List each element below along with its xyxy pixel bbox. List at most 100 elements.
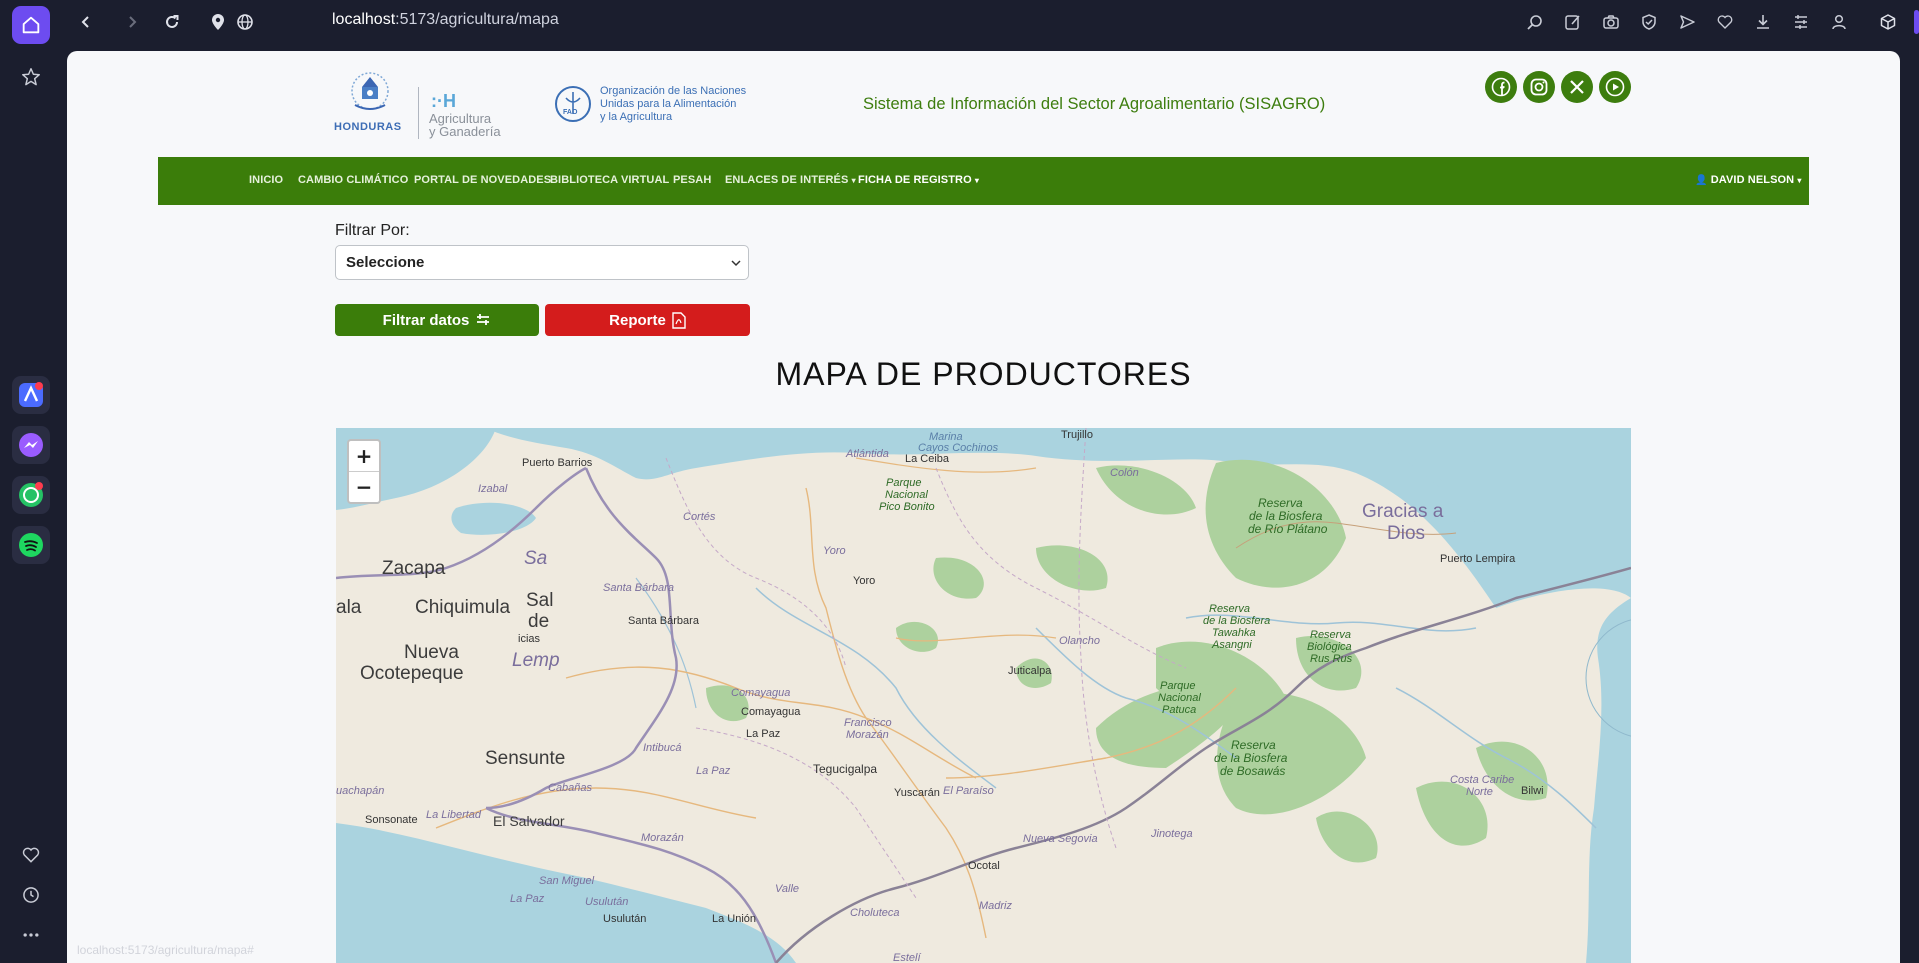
user-name: DAVID NELSON	[1710, 174, 1795, 186]
map-label: Lemp	[512, 650, 560, 671]
app-icon-ai[interactable]	[12, 376, 50, 414]
map-label: de Río Plátano	[1248, 522, 1328, 536]
map-label: Yoro	[823, 545, 846, 557]
map-label: Yuscarán	[894, 787, 940, 799]
map-label: uachapán	[336, 785, 385, 797]
forward-icon[interactable]	[119, 10, 145, 34]
map-label: Chiquimula	[415, 597, 511, 618]
messenger-icon[interactable]	[12, 426, 50, 464]
shield-icon[interactable]	[1636, 10, 1662, 34]
map-label: Juticalpa	[1008, 665, 1052, 677]
nav-biblioteca-virtual[interactable]: BIBLIOTECA VIRTUAL	[550, 174, 669, 186]
map-label: La Ceiba	[905, 453, 950, 465]
fao-line1: Organización de las Naciones	[600, 85, 747, 97]
chevron-down-icon	[731, 260, 741, 267]
map-label: de Bosawás	[1220, 764, 1286, 778]
home-icon[interactable]	[12, 6, 50, 44]
map-label: Patuca	[1162, 704, 1197, 716]
download-icon[interactable]	[1750, 10, 1776, 34]
map-label: El Paraíso	[943, 785, 994, 797]
favorite-icon[interactable]	[1712, 10, 1738, 34]
map-title: MAPA DE PRODUCTORES	[775, 356, 1192, 392]
map-label: Costa Caribe	[1450, 774, 1515, 786]
more-icon[interactable]	[12, 916, 50, 954]
map-label: Rus Rus	[1310, 653, 1353, 665]
site-header: HONDURAS :·H Agricultura y Ganadería FAO…	[67, 51, 1900, 157]
map-label: ala	[336, 597, 362, 618]
map-label: Tawahka	[1212, 627, 1256, 639]
back-icon[interactable]	[73, 10, 99, 34]
whatsapp-icon[interactable]	[12, 476, 50, 514]
star-icon[interactable]	[12, 58, 50, 96]
map-label: La Paz	[696, 765, 731, 777]
sag-logo[interactable]: :·H Agricultura y Ganadería	[429, 91, 509, 141]
nav-inicio[interactable]: INICIO	[249, 174, 283, 186]
facebook-icon[interactable]	[1485, 71, 1517, 103]
map-label: Valle	[775, 883, 800, 895]
nav-portal-novedades[interactable]: PORTAL DE NOVEDADES	[414, 174, 551, 186]
map-label: de la Biosfera	[1249, 509, 1323, 523]
map-label: San Miguel	[539, 875, 595, 887]
menu-icon[interactable]	[1788, 10, 1814, 34]
send-icon[interactable]	[1674, 10, 1700, 34]
edit-icon[interactable]	[1560, 10, 1586, 34]
sidebar-panel-indicator	[1914, 10, 1919, 34]
map-label: Reserva	[1231, 738, 1276, 752]
user-menu[interactable]: 👤 DAVID NELSON ▾	[1695, 174, 1802, 186]
map-label: icias	[518, 633, 541, 645]
instagram-icon[interactable]	[1523, 71, 1555, 103]
extensions-cube-icon[interactable]	[1875, 10, 1901, 34]
logo-divider	[418, 87, 419, 139]
nav-pesah[interactable]: PESAH	[673, 174, 711, 186]
map-label: Morazán	[641, 832, 684, 844]
map-label: Nueva Segovia	[1023, 833, 1098, 845]
location-icon[interactable]	[205, 10, 231, 34]
search-icon[interactable]	[1522, 10, 1548, 34]
map-label: Estelí	[893, 952, 921, 963]
address-bar[interactable]: localhost:5173/agricultura/mapa	[332, 11, 559, 29]
map-zoom-control: + −	[347, 439, 381, 504]
nav-cambio-climatico[interactable]: CAMBIO CLIMÁTICO	[298, 174, 408, 186]
filter-select[interactable]: Seleccione	[335, 245, 749, 280]
spotify-icon[interactable]	[12, 526, 50, 564]
globe-icon[interactable]	[232, 10, 258, 34]
fao-logo[interactable]: FAO Organización de las Naciones Unidas …	[554, 84, 746, 128]
map-label: de	[528, 611, 550, 632]
fao-emblem-text: FAO	[563, 109, 578, 116]
nav-enlaces-interes[interactable]: ENLACES DE INTERÉS ▾	[725, 174, 856, 186]
map-label: Cabañas	[548, 782, 593, 794]
map-label: Sensunte	[485, 748, 566, 769]
map-label: Trujillo	[1061, 429, 1093, 441]
filter-button-label: Filtrar datos	[382, 311, 470, 329]
filter-data-button[interactable]: Filtrar datos	[335, 304, 539, 336]
history-icon[interactable]	[12, 876, 50, 914]
map-label: Pico Bonito	[879, 501, 935, 513]
pdf-icon	[672, 311, 686, 329]
nav-ficha-registro[interactable]: FICHA DE REGISTRO ▾	[858, 174, 979, 186]
camera-icon[interactable]	[1598, 10, 1624, 34]
map-label: de la Biosfera	[1203, 615, 1271, 627]
x-twitter-icon[interactable]	[1561, 71, 1593, 103]
map-label: Ocotal	[968, 860, 1000, 872]
producers-map[interactable]: Puerto Barrios Izabal Zacapa Chiquimula …	[336, 428, 1631, 963]
browser-sidebar	[0, 0, 64, 963]
zoom-out-button[interactable]: −	[349, 471, 379, 502]
honduras-logo[interactable]: HONDURAS	[334, 69, 405, 137]
browser-toolbar: localhost:5173/agricultura/mapa	[64, 0, 1919, 44]
user-icon: 👤	[1695, 175, 1708, 186]
map-label: Bilwi	[1521, 785, 1544, 797]
reload-icon[interactable]	[159, 10, 185, 34]
zoom-in-button[interactable]: +	[349, 441, 379, 471]
filter-sort-icon	[477, 314, 490, 325]
filter-select-value: Seleccione	[346, 254, 425, 271]
report-button[interactable]: Reporte	[545, 304, 750, 336]
profile-icon[interactable]	[1826, 10, 1852, 34]
heart-icon[interactable]	[12, 836, 50, 874]
caret-down-icon: ▾	[974, 176, 980, 185]
nav-ficha-label: FICHA DE REGISTRO	[858, 174, 972, 186]
map-label: La Libertad	[426, 809, 482, 821]
sag-logo-line2: y Ganadería	[429, 124, 501, 139]
map-label: Reserva	[1258, 496, 1303, 510]
youtube-icon[interactable]	[1599, 71, 1631, 103]
map-label: Usulután	[603, 913, 647, 925]
